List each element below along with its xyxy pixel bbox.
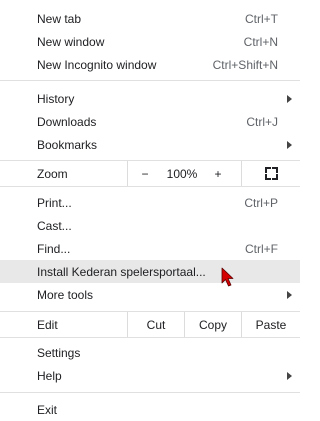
- menu-item-label: New Incognito window: [37, 57, 157, 72]
- menu-item-label: Downloads: [37, 114, 97, 129]
- zoom-label: Zoom: [37, 166, 68, 181]
- menu-item-new-tab[interactable]: New tab Ctrl+T: [0, 7, 300, 30]
- shortcut-label: Ctrl+F: [245, 241, 278, 256]
- menu-item-label: New tab: [37, 11, 82, 26]
- menu-item-label: Exit: [37, 402, 58, 417]
- menu-item-label: Install Kederan spelersportaal...: [37, 264, 206, 279]
- menu-item-install-app[interactable]: Install Kederan spelersportaal...: [0, 260, 300, 283]
- menu-item-downloads[interactable]: Downloads Ctrl+J: [0, 110, 300, 133]
- edit-row: Edit Cut Copy Paste: [0, 312, 300, 337]
- menu-item-label: Help: [37, 368, 62, 383]
- menu-item-label: More tools: [37, 287, 94, 302]
- chevron-right-icon: [287, 371, 292, 380]
- paste-button[interactable]: Paste: [242, 312, 300, 337]
- chrome-main-menu: New tab Ctrl+T New window Ctrl+N New Inc…: [0, 0, 300, 421]
- menu-item-history[interactable]: History: [0, 87, 300, 110]
- zoom-row: Zoom − 100% +: [0, 161, 300, 186]
- separator: [0, 186, 300, 187]
- menu-item-print[interactable]: Print... Ctrl+P: [0, 191, 300, 214]
- menu-item-label: Settings: [37, 345, 81, 360]
- shortcut-label: Ctrl+N: [243, 34, 278, 49]
- shortcut-label: Ctrl+Shift+N: [212, 57, 278, 72]
- menu-item-label: Bookmarks: [37, 137, 98, 152]
- menu-item-label: New window: [37, 34, 105, 49]
- menu-item-new-incognito-window[interactable]: New Incognito window Ctrl+Shift+N: [0, 53, 300, 76]
- zoom-level-value: 100%: [166, 166, 198, 181]
- separator: [0, 80, 300, 81]
- fullscreen-icon: [264, 167, 278, 180]
- menu-item-label: History: [37, 91, 75, 106]
- chevron-right-icon: [287, 140, 292, 149]
- edit-label: Edit: [37, 317, 58, 332]
- shortcut-label: Ctrl+T: [245, 11, 278, 26]
- shortcut-label: Ctrl+P: [244, 195, 278, 210]
- menu-item-find[interactable]: Find... Ctrl+F: [0, 237, 300, 260]
- menu-item-settings[interactable]: Settings: [0, 341, 300, 364]
- zoom-out-button[interactable]: −: [135, 161, 155, 186]
- menu-item-label: Print...: [37, 195, 72, 210]
- menu-item-cast[interactable]: Cast...: [0, 214, 300, 237]
- separator: [0, 392, 300, 393]
- fullscreen-button[interactable]: [242, 161, 300, 186]
- shortcut-label: Ctrl+J: [246, 114, 278, 129]
- mouse-pointer-icon: [221, 267, 234, 287]
- menu-item-label: Cast...: [37, 218, 72, 233]
- zoom-in-button[interactable]: +: [208, 161, 228, 186]
- menu-item-help[interactable]: Help: [0, 364, 300, 387]
- separator: [0, 337, 300, 338]
- copy-button[interactable]: Copy: [185, 312, 241, 337]
- menu-item-more-tools[interactable]: More tools: [0, 283, 300, 306]
- menu-item-new-window[interactable]: New window Ctrl+N: [0, 30, 300, 53]
- menu-item-exit[interactable]: Exit: [0, 398, 300, 421]
- cut-button[interactable]: Cut: [128, 312, 184, 337]
- divider: [127, 161, 128, 186]
- chevron-right-icon: [287, 290, 292, 299]
- menu-item-bookmarks[interactable]: Bookmarks: [0, 133, 300, 156]
- chevron-right-icon: [287, 94, 292, 103]
- menu-item-label: Find...: [37, 241, 71, 256]
